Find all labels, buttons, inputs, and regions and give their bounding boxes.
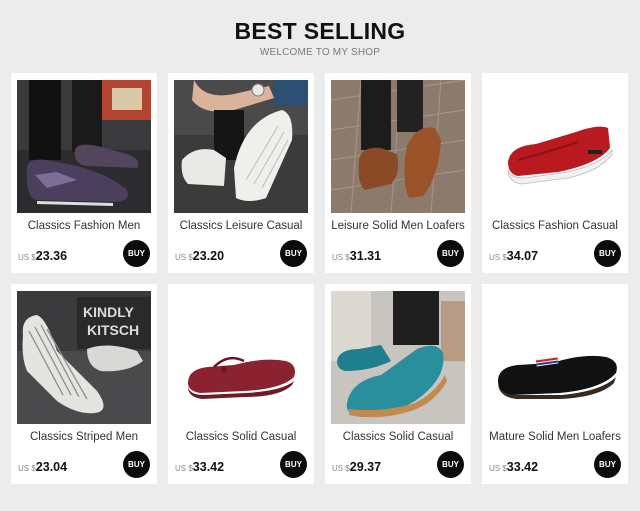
price-currency: US $ (489, 253, 507, 262)
product-name[interactable]: Classics Fashion Men (11, 220, 157, 232)
product-card[interactable]: Classics Fashion Casual US $34.07 BUY (482, 73, 628, 273)
product-image[interactable] (331, 80, 465, 213)
price-currency: US $ (18, 464, 36, 473)
price-amount: 23.04 (35, 460, 68, 474)
product-image[interactable] (488, 291, 622, 424)
price-amount: 33.42 (506, 460, 539, 474)
svg-text:KINDLY: KINDLY (83, 304, 134, 320)
product-card[interactable]: KINDLY KITSCH Classics Striped Men US $2… (11, 284, 157, 484)
buy-button[interactable]: BUY (123, 240, 150, 267)
product-card[interactable]: Classics Leisure Casual US $23.20 BUY (168, 73, 314, 273)
product-price: US $34.07 (489, 247, 538, 265)
product-price: US $31.31 (332, 247, 381, 265)
product-price: US $29.37 (332, 458, 381, 476)
product-name[interactable]: Classics Striped Men (11, 431, 157, 443)
price-amount: 29.37 (349, 460, 382, 474)
svg-text:KITSCH: KITSCH (87, 322, 139, 338)
product-image[interactable] (174, 291, 308, 424)
section-subtitle: WELCOME TO MY SHOP (259, 47, 381, 58)
product-card[interactable]: Leisure Solid Men Loafers US $31.31 BUY (325, 73, 471, 273)
price-currency: US $ (18, 253, 36, 262)
price-currency: US $ (332, 464, 350, 473)
buy-button[interactable]: BUY (280, 451, 307, 478)
buy-button[interactable]: BUY (280, 240, 307, 267)
price-amount: 34.07 (506, 249, 539, 263)
price-currency: US $ (332, 253, 350, 262)
price-amount: 33.42 (192, 460, 225, 474)
product-price: US $33.42 (489, 458, 538, 476)
buy-button[interactable]: BUY (594, 240, 621, 267)
buy-button[interactable]: BUY (594, 451, 621, 478)
product-image[interactable] (331, 291, 465, 424)
product-name[interactable]: Classics Solid Casual (168, 431, 314, 443)
product-price: US $23.04 (18, 458, 67, 476)
product-card[interactable]: Classics Solid Casual US $29.37 BUY (325, 284, 471, 484)
product-image[interactable] (17, 80, 151, 213)
price-currency: US $ (175, 253, 193, 262)
buy-button[interactable]: BUY (437, 240, 464, 267)
price-currency: US $ (175, 464, 193, 473)
product-name[interactable]: Classics Solid Casual (325, 431, 471, 443)
product-name[interactable]: Mature Solid Men Loafers (482, 431, 628, 443)
section-header: BEST SELLING WELCOME TO MY SHOP (0, 18, 640, 58)
price-amount: 31.31 (349, 249, 382, 263)
product-card[interactable]: Mature Solid Men Loafers US $33.42 BUY (482, 284, 628, 484)
product-grid: Classics Fashion Men US $23.36 BUY Class… (11, 73, 631, 484)
buy-button[interactable]: BUY (123, 451, 150, 478)
product-price: US $33.42 (175, 458, 224, 476)
product-image[interactable] (174, 80, 308, 213)
price-amount: 23.36 (35, 249, 68, 263)
buy-button[interactable]: BUY (437, 451, 464, 478)
product-name[interactable]: Classics Leisure Casual (168, 220, 314, 232)
price-amount: 23.20 (192, 249, 225, 263)
price-currency: US $ (489, 464, 507, 473)
product-card[interactable]: Classics Solid Casual US $33.42 BUY (168, 284, 314, 484)
section-title: BEST SELLING (234, 18, 406, 44)
product-image[interactable] (488, 80, 622, 213)
product-image[interactable]: KINDLY KITSCH (17, 291, 151, 424)
product-price: US $23.36 (18, 247, 67, 265)
product-name[interactable]: Classics Fashion Casual (482, 220, 628, 232)
product-name[interactable]: Leisure Solid Men Loafers (325, 220, 471, 232)
product-price: US $23.20 (175, 247, 224, 265)
product-card[interactable]: Classics Fashion Men US $23.36 BUY (11, 73, 157, 273)
